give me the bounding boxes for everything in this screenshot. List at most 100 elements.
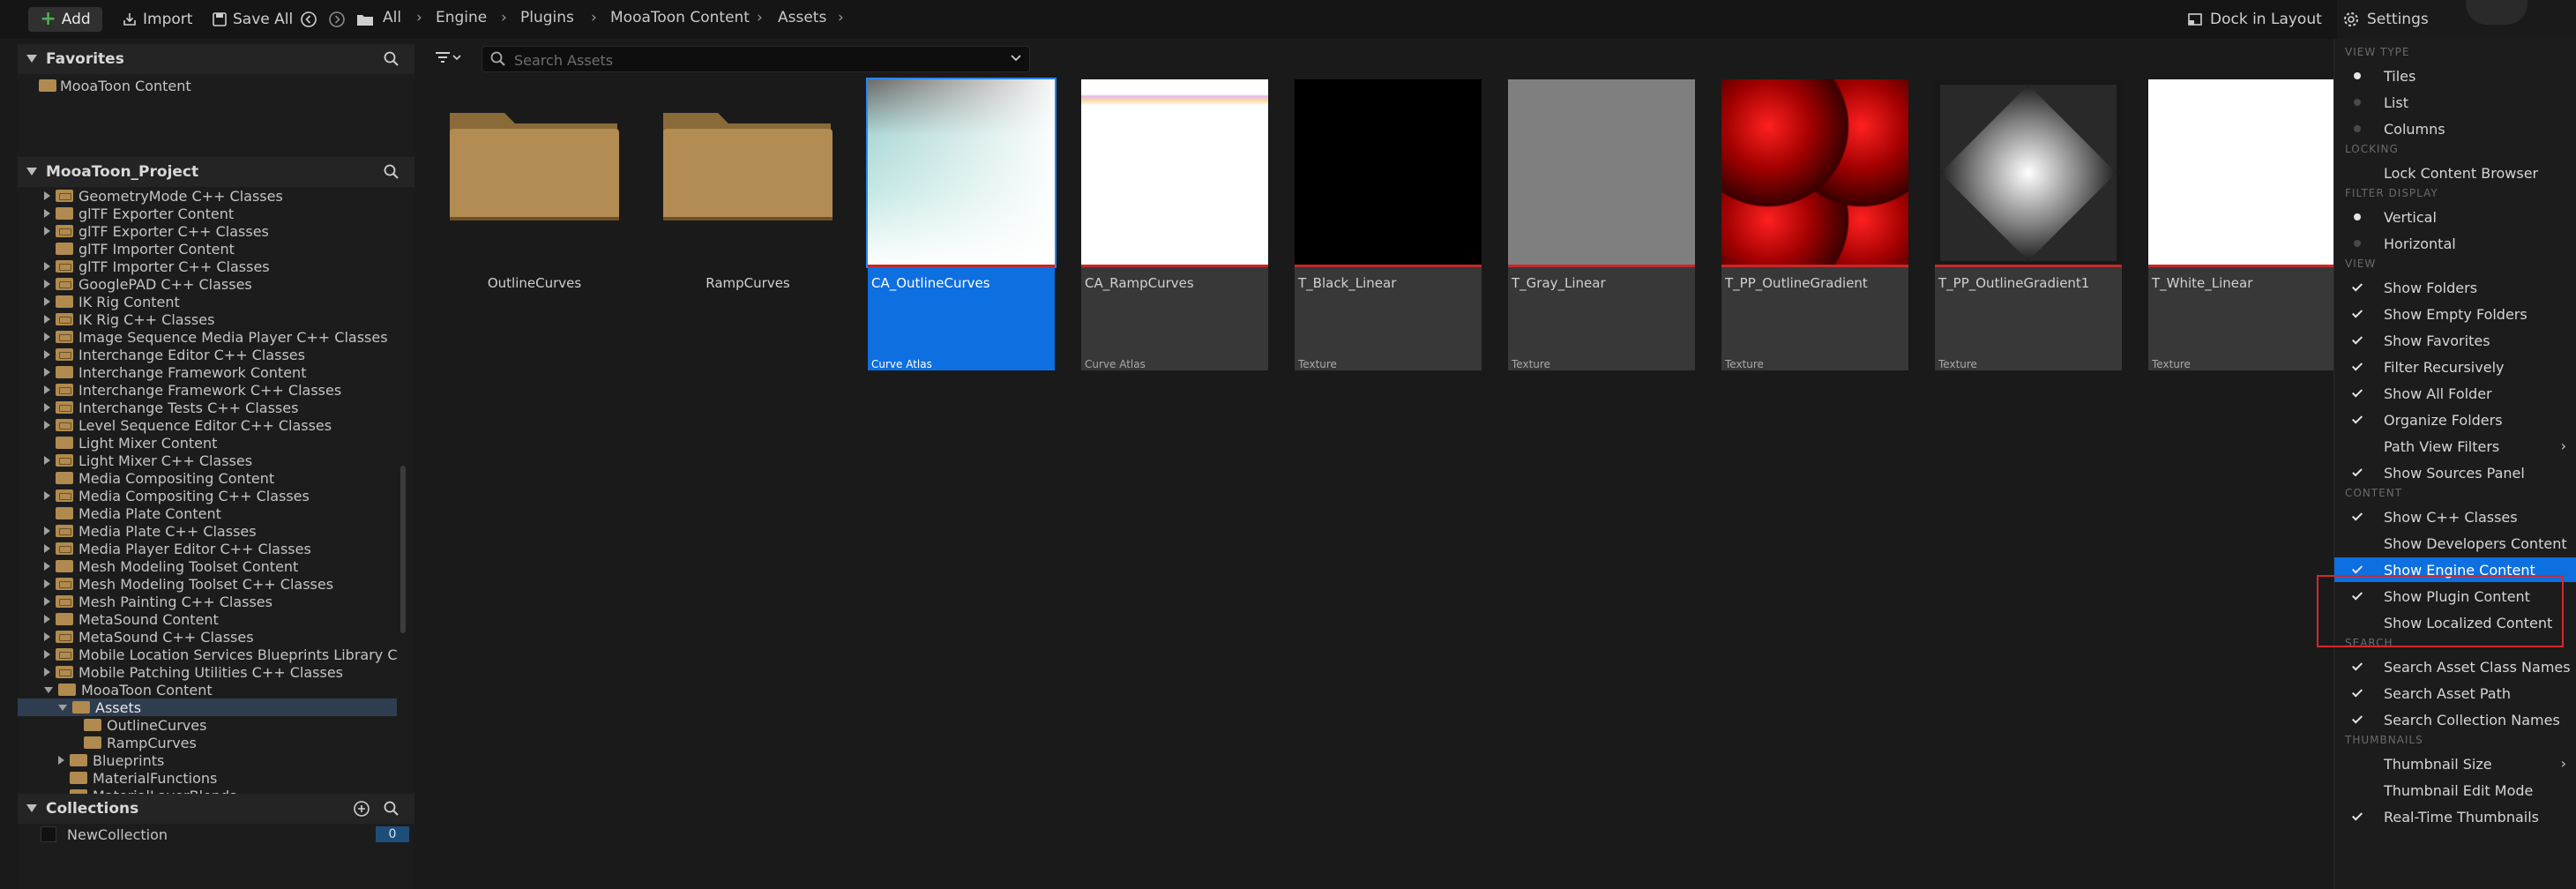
tree-item[interactable]: Light Mixer Content bbox=[18, 434, 397, 452]
back-button[interactable] bbox=[300, 7, 317, 32]
menu-item-search-asset-path[interactable]: Search Asset Path bbox=[2334, 681, 2576, 706]
collapsed-arrow-icon[interactable] bbox=[44, 403, 50, 412]
tree-scrollbar[interactable] bbox=[400, 466, 406, 633]
menu-item-show-all-folder[interactable]: Show All Folder bbox=[2334, 381, 2576, 406]
breadcrumb-separator-icon[interactable]: › bbox=[838, 9, 844, 26]
collapsed-arrow-icon[interactable] bbox=[44, 262, 50, 271]
folder-tile[interactable]: RampCurves bbox=[654, 79, 841, 379]
collapsed-arrow-icon[interactable] bbox=[58, 756, 64, 765]
tree-item[interactable]: Interchange Framework C++ Classes bbox=[18, 381, 397, 399]
breadcrumb-all[interactable]: All bbox=[383, 9, 401, 26]
tree-item[interactable]: glTF Importer Content bbox=[18, 240, 397, 258]
collapsed-arrow-icon[interactable] bbox=[44, 527, 50, 535]
menu-item-thumbnail-edit-mode[interactable]: Thumbnail Edit Mode bbox=[2334, 778, 2576, 803]
collapsed-arrow-icon[interactable] bbox=[44, 385, 50, 394]
menu-item-vertical[interactable]: Vertical bbox=[2334, 205, 2576, 229]
collapsed-arrow-icon[interactable] bbox=[44, 597, 50, 606]
collapsed-arrow-icon[interactable] bbox=[44, 280, 50, 288]
settings-button[interactable]: Settings bbox=[2342, 7, 2429, 32]
collapsed-arrow-icon[interactable] bbox=[44, 191, 50, 200]
menu-item-filter-recursively[interactable]: Filter Recursively bbox=[2334, 355, 2576, 379]
tree-item[interactable]: Media Compositing C++ Classes bbox=[18, 487, 397, 504]
collapsed-arrow-icon[interactable] bbox=[44, 632, 50, 641]
collapsed-arrow-icon[interactable] bbox=[44, 332, 50, 341]
tree-item[interactable]: Mesh Painting C++ Classes bbox=[18, 593, 397, 610]
tree-item[interactable]: Mesh Modeling Toolset Content bbox=[18, 557, 397, 575]
add-collection-icon[interactable] bbox=[353, 800, 370, 818]
tree-item[interactable]: IK Rig C++ Classes bbox=[18, 310, 397, 328]
tree-item[interactable]: MaterialFunctions bbox=[18, 769, 397, 787]
menu-item-show-empty-folders[interactable]: Show Empty Folders bbox=[2334, 302, 2576, 326]
collapsed-arrow-icon[interactable] bbox=[44, 368, 50, 377]
tree-item[interactable]: OutlineCurves bbox=[18, 716, 397, 734]
tree-item[interactable]: Interchange Framework Content bbox=[18, 363, 397, 381]
menu-item-real-time-thumbnails[interactable]: Real-Time Thumbnails bbox=[2334, 804, 2576, 829]
breadcrumb-mooatoon-content[interactable]: MooaToon Content bbox=[610, 9, 750, 26]
tree-item[interactable]: glTF Exporter C++ Classes bbox=[18, 222, 397, 240]
menu-item-horizontal[interactable]: Horizontal bbox=[2334, 231, 2576, 256]
tree-item[interactable]: glTF Importer C++ Classes bbox=[18, 258, 397, 275]
asset-tile[interactable]: Texture T_PP_OutlineGradient1 bbox=[1935, 79, 2122, 379]
search-icon[interactable] bbox=[383, 50, 400, 68]
menu-item-show-c-classes[interactable]: Show C++ Classes bbox=[2334, 504, 2576, 529]
asset-tile[interactable]: Curve Atlas CA_RampCurves bbox=[1081, 79, 1268, 379]
breadcrumb-engine[interactable]: Engine bbox=[436, 9, 487, 26]
tree-item[interactable]: GooglePAD C++ Classes bbox=[18, 275, 397, 293]
collapsed-arrow-icon[interactable] bbox=[44, 315, 50, 324]
browse-folders-button[interactable] bbox=[356, 7, 374, 32]
asset-tile[interactable]: Texture T_Black_Linear bbox=[1295, 79, 1482, 379]
tree-item[interactable]: Interchange Editor C++ Classes bbox=[18, 346, 397, 363]
folder-tile[interactable]: OutlineCurves bbox=[441, 79, 628, 379]
collapsed-arrow-icon[interactable] bbox=[44, 421, 50, 430]
tree-item[interactable]: Level Sequence Editor C++ Classes bbox=[18, 416, 397, 434]
chevron-down-icon[interactable] bbox=[1010, 52, 1022, 64]
breadcrumb-separator-icon[interactable]: › bbox=[591, 9, 597, 26]
menu-item-show-sources-panel[interactable]: Show Sources Panel bbox=[2334, 460, 2576, 485]
collections-header[interactable]: Collections bbox=[18, 794, 414, 824]
tree-item[interactable]: Media Player Editor C++ Classes bbox=[18, 540, 397, 557]
tree-item[interactable]: Blueprints bbox=[18, 751, 397, 769]
tree-item[interactable]: IK Rig Content bbox=[18, 293, 397, 310]
tree-item[interactable]: GeometryMode C++ Classes bbox=[18, 187, 397, 205]
menu-item-search-asset-class-names[interactable]: Search Asset Class Names bbox=[2334, 654, 2576, 679]
dock-in-layout-button[interactable]: Dock in Layout bbox=[2187, 7, 2322, 32]
save-all-button[interactable]: Save All bbox=[212, 7, 293, 32]
tree-item[interactable]: RampCurves bbox=[18, 734, 397, 751]
collapsed-arrow-icon[interactable] bbox=[44, 491, 50, 500]
collapsed-arrow-icon[interactable] bbox=[44, 562, 50, 571]
tree-item[interactable]: MetaSound Content bbox=[18, 610, 397, 628]
tree-item[interactable]: Light Mixer C++ Classes bbox=[18, 452, 397, 469]
collapsed-arrow-icon[interactable] bbox=[44, 350, 50, 359]
breadcrumb-separator-icon[interactable]: › bbox=[757, 9, 763, 26]
collection-checkbox[interactable] bbox=[41, 826, 56, 842]
tree-item[interactable]: Interchange Tests C++ Classes bbox=[18, 399, 397, 416]
filter-icon[interactable] bbox=[434, 49, 464, 67]
favorites-item[interactable]: MooaToon Content bbox=[18, 77, 397, 94]
search-icon[interactable] bbox=[383, 800, 400, 818]
menu-item-tiles[interactable]: Tiles bbox=[2334, 64, 2576, 88]
tree-item[interactable]: Mesh Modeling Toolset C++ Classes bbox=[18, 575, 397, 593]
collapsed-arrow-icon[interactable] bbox=[44, 544, 50, 553]
collapsed-arrow-icon[interactable] bbox=[44, 615, 50, 624]
asset-tile[interactable]: Curve Atlas CA_OutlineCurves bbox=[866, 78, 1057, 379]
expanded-arrow-icon[interactable] bbox=[44, 686, 53, 693]
collapsed-arrow-icon[interactable] bbox=[44, 650, 50, 659]
collapse-arrow-icon[interactable] bbox=[26, 168, 37, 176]
tree-item[interactable]: Image Sequence Media Player C++ Classes bbox=[18, 328, 397, 346]
menu-item-columns[interactable]: Columns bbox=[2334, 116, 2576, 141]
menu-item-list[interactable]: List bbox=[2334, 90, 2576, 115]
collapsed-arrow-icon[interactable] bbox=[44, 297, 50, 306]
asset-tile[interactable]: Texture T_White_Linear bbox=[2148, 79, 2335, 379]
favorites-header[interactable]: Favorites bbox=[18, 44, 414, 74]
menu-item-path-view-filters[interactable]: Path View Filters › bbox=[2334, 434, 2576, 459]
collection-item[interactable]: NewCollection 0 bbox=[18, 826, 414, 843]
project-header[interactable]: MooaToon_Project bbox=[18, 157, 414, 187]
collapsed-arrow-icon[interactable] bbox=[44, 456, 50, 465]
menu-item-lock-content-browser[interactable]: Lock Content Browser bbox=[2334, 161, 2576, 185]
breadcrumb-plugins[interactable]: Plugins bbox=[520, 9, 574, 26]
search-input[interactable] bbox=[512, 49, 992, 71]
collapse-arrow-icon[interactable] bbox=[26, 55, 37, 63]
tree-item[interactable]: MooaToon Content bbox=[18, 681, 397, 698]
tree-item[interactable]: Media Compositing Content bbox=[18, 469, 397, 487]
forward-button[interactable] bbox=[328, 7, 346, 32]
